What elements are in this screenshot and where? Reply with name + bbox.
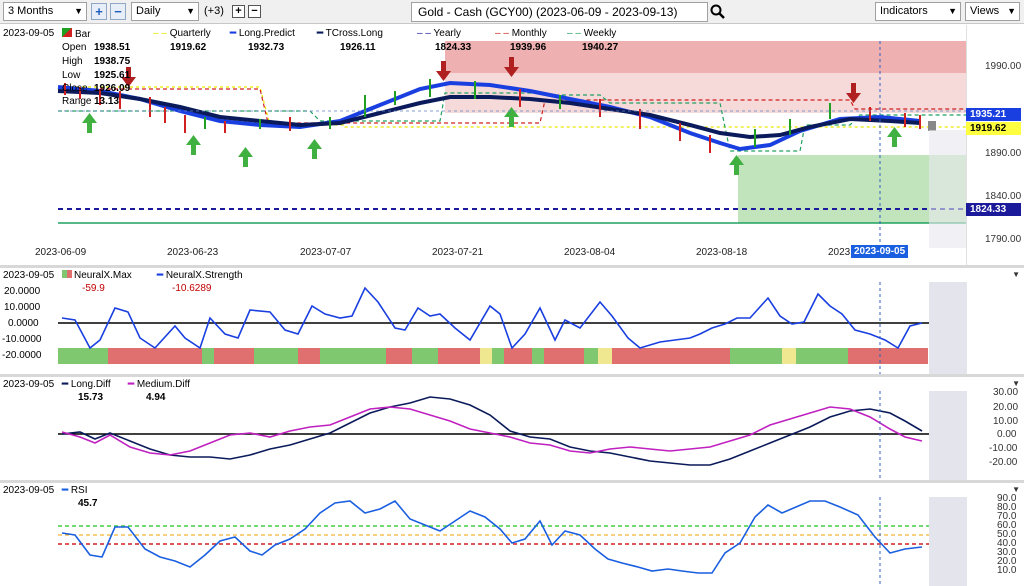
y-tick: 1790.00 [985,234,1022,245]
medium-diff-legend: ━ Medium.Diff [128,379,190,390]
search-icon[interactable] [710,4,726,20]
bar-icon [62,28,72,37]
price-box-yearly: 1824.33 [966,203,1021,216]
zoom-out-button[interactable]: − [110,3,126,20]
indicators-label: Indicators [880,5,928,17]
neuralx-strength-line [61,286,923,350]
toolbar: 3 Months ▼ + − Daily ▼ (+3) + − Gold - C… [0,0,1024,24]
neuralx-date: 2023-09-05 [3,270,55,281]
rsi-value: 45.7 [78,498,98,509]
price-date: 2023-09-05 [3,28,55,39]
collapse-panel-icon[interactable]: ▼ [1012,379,1020,388]
interval-dropdown[interactable]: Daily ▼ [131,2,199,21]
dropdown-arrow-icon: ▼ [186,6,195,16]
rsi-date: 2023-09-05 [3,485,55,496]
neuralx-strength-value: -10.6289 [172,283,212,294]
indicators-dropdown[interactable]: Indicators ▼ [875,2,961,21]
medium-diff-value: 4.94 [146,392,166,403]
zoom-in-button[interactable]: + [91,3,107,20]
dropdown-arrow-icon: ▼ [948,6,957,16]
long-diff-legend: ━ Long.Diff [62,379,111,390]
price-box-quarterly: 1919.62 [966,122,1021,135]
dropdown-arrow-icon: ▼ [74,6,83,16]
long-diff-line [61,396,923,466]
neuralx-strength-legend: ━ NeuralX.Strength [157,270,243,281]
period-value: 3 Months [8,5,54,17]
diff-panel[interactable]: 2023-09-05 ━ Long.Diff 15.73 ━ Medium.Di… [0,377,1024,480]
symbol-search-input[interactable]: Gold - Cash (GCY00) (2023-06-09 - 2023-0… [411,2,708,22]
bar-legend: Bar [62,28,91,40]
rsi-line [61,499,923,574]
neuralx-panel[interactable]: 2023-09-05 NeuralX.Max -59.9 ━ NeuralX.S… [0,268,1024,374]
views-dropdown[interactable]: Views ▼ [965,2,1020,21]
price-axis[interactable]: 1990.00 1890.00 1840.00 1790.00 [966,25,1024,265]
price-panel[interactable]: 2023-09-05 Bar Open 1938.51 High 1938.75… [0,25,1024,265]
plus-count: (+3) [204,5,224,17]
collapse-panel-icon[interactable]: ▼ [1012,485,1020,494]
views-label: Views [970,5,1000,17]
dropdown-arrow-icon: ▼ [1007,6,1016,16]
neuralx-max-value: -59.9 [82,283,105,294]
y-tick: 1890.00 [985,148,1022,159]
diff-date: 2023-09-05 [3,379,55,390]
cursor-date-label: 2023-09-05 [851,245,909,258]
y-tick: 1840.00 [985,191,1022,202]
collapse-panel-icon[interactable]: ▼ [1012,270,1020,279]
long-diff-value: 15.73 [78,392,104,403]
rsi-panel[interactable]: 2023-09-05 ━ RSI 45.7 90.0 80.0 70.0 60.… [0,483,1024,586]
medium-diff-line [61,406,923,456]
y-tick: 1990.00 [985,61,1022,72]
interval-value: Daily [136,5,161,17]
rsi-chart[interactable] [0,483,1024,586]
price-box-current: 1935.21 [966,108,1021,121]
neuralx-max-bars [58,348,928,364]
price-chart[interactable] [0,25,1024,265]
neuralx-chart[interactable] [0,268,1024,374]
rsi-legend: ━ RSI [62,485,88,496]
add-button[interactable]: + [232,5,245,18]
period-dropdown[interactable]: 3 Months ▼ [3,2,87,21]
remove-button[interactable]: − [248,5,261,18]
neuralx-max-legend: NeuralX.Max [62,270,132,281]
